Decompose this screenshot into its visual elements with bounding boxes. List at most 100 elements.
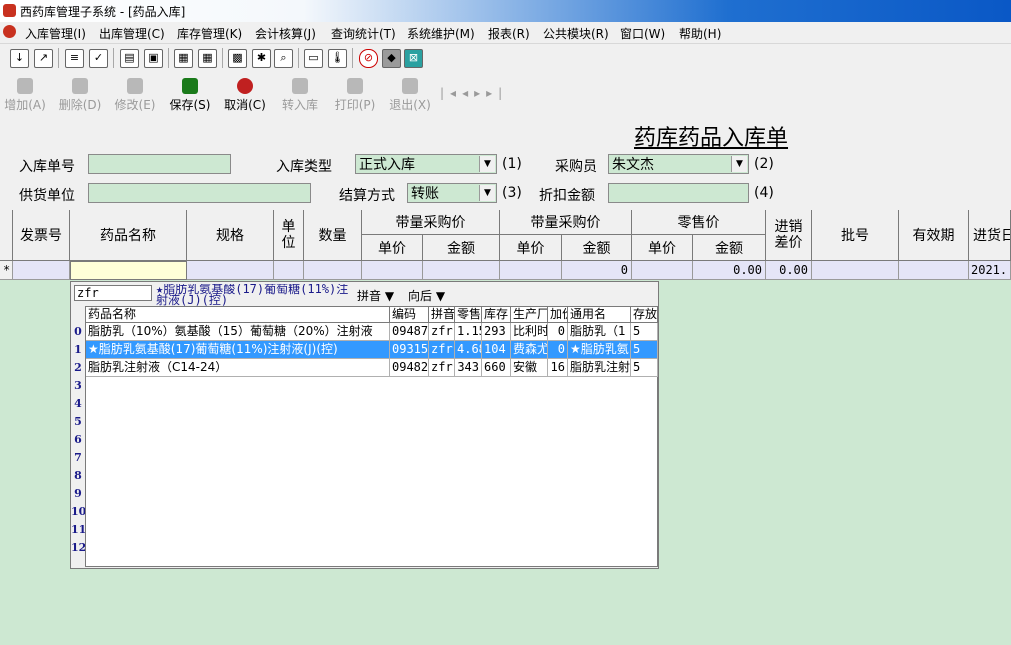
save-button[interactable]: 保存(S)	[165, 78, 215, 113]
lookup-row-0-retail[interactable]: 1.15	[455, 323, 482, 341]
supplier-field[interactable]	[88, 183, 311, 203]
col-in-date[interactable]: 进货日	[969, 210, 1011, 261]
menu-stock-in[interactable]: 入库管理(I)	[25, 25, 86, 42]
edit-button[interactable]: 修改(E)	[110, 78, 160, 113]
lookup-col-location[interactable]: 存放	[631, 307, 658, 323]
cell-spec[interactable]	[187, 261, 274, 280]
chart-icon[interactable]: ✱	[252, 49, 271, 68]
chevron-down-icon[interactable]: ▼	[385, 289, 394, 303]
lookup-col-code[interactable]: 编码	[390, 307, 429, 323]
lookup-row-0-location[interactable]: 5	[631, 323, 658, 341]
col-amount2[interactable]: 金额	[562, 235, 632, 261]
lookup-row-2-location[interactable]: 5	[631, 359, 658, 377]
cell-retail-amount[interactable]: 0.00	[693, 261, 766, 280]
search-icon[interactable]: ⌕	[274, 49, 293, 68]
menu-inventory[interactable]: 库存管理(K)	[177, 25, 242, 42]
col-diff[interactable]: 进销差价	[766, 210, 812, 261]
lookup-col-markup[interactable]: 加价	[548, 307, 568, 323]
record-nav-arrows-icon[interactable]: |◂◂▸▸|	[440, 86, 508, 100]
row-index[interactable]: 4	[71, 397, 85, 410]
cell-unit-price1[interactable]	[362, 261, 423, 280]
lookup-row-1-retail[interactable]: 4.68	[455, 341, 482, 359]
lookup-col-retail[interactable]: 零售	[455, 307, 482, 323]
to-stock-button[interactable]: 转入库	[275, 78, 325, 113]
list-doc-icon[interactable]: ≡	[65, 49, 84, 68]
menu-query[interactable]: 查询统计(T)	[331, 25, 396, 42]
eraser-icon[interactable]: ◆	[382, 49, 401, 68]
close-window-icon[interactable]: ⊠	[404, 49, 423, 68]
mdi-window-icon[interactable]	[3, 25, 16, 38]
row-index[interactable]: 11	[71, 523, 86, 536]
lookup-col-pinyin[interactable]: 拼音	[429, 307, 455, 323]
chevron-down-icon[interactable]: ▼	[731, 156, 747, 172]
print-button[interactable]: 打印(P)	[330, 78, 380, 113]
menu-maintenance[interactable]: 系统维护(M)	[407, 25, 475, 42]
row-index[interactable]: 0	[71, 325, 85, 338]
lookup-row-0-markup[interactable]: 0	[548, 323, 568, 341]
lookup-row-0-generic[interactable]: 脂肪乳（1	[568, 323, 631, 341]
lookup-row-2-pinyin[interactable]: zfr	[429, 359, 455, 377]
lookup-row-0-stock[interactable]: 293	[482, 323, 511, 341]
menu-window[interactable]: 窗口(W)	[620, 25, 665, 42]
row-index[interactable]: 9	[71, 487, 85, 500]
menu-reports[interactable]: 报表(R)	[488, 25, 530, 42]
lookup-mode-select[interactable]: 拼音 ▼	[357, 287, 394, 304]
lookup-row-1-pinyin[interactable]: zfr	[429, 341, 455, 359]
cell-unit-price2[interactable]	[500, 261, 562, 280]
menu-stock-out[interactable]: 出库管理(C)	[99, 25, 165, 42]
row-index[interactable]: 2	[71, 361, 85, 374]
col-invoice[interactable]: 发票号	[13, 210, 70, 261]
table-icon[interactable]: ▦	[198, 49, 217, 68]
row-index[interactable]: 5	[71, 415, 85, 428]
row-index[interactable]: 6	[71, 433, 85, 446]
window-icon[interactable]: ▣	[144, 49, 163, 68]
delete-button[interactable]: 删除(D)	[55, 78, 105, 113]
stop-icon[interactable]: ⊘	[359, 49, 378, 68]
chevron-down-icon[interactable]: ▼	[479, 185, 495, 201]
cancel-button[interactable]: 取消(C)	[220, 78, 270, 113]
cell-in-date[interactable]: 2021.	[969, 261, 1011, 280]
lookup-row-2-markup[interactable]: 16	[548, 359, 568, 377]
col-unit-price2[interactable]: 单价	[500, 235, 562, 261]
col-drug-name[interactable]: 药品名称	[70, 210, 187, 261]
col-unit-price1[interactable]: 单价	[362, 235, 423, 261]
chevron-down-icon[interactable]: ▼	[436, 289, 445, 303]
row-index[interactable]: 10	[71, 505, 86, 518]
col-amount1[interactable]: 金额	[423, 235, 500, 261]
lookup-row-1-maker[interactable]: 费森尤	[511, 341, 548, 359]
col-retail-amount[interactable]: 金额	[693, 235, 766, 261]
row-index[interactable]: 12	[71, 541, 86, 554]
row-index[interactable]: 8	[71, 469, 85, 482]
calculator-icon[interactable]: ▩	[228, 49, 247, 68]
cell-expiry[interactable]	[899, 261, 969, 280]
col-batch[interactable]: 批号	[812, 210, 899, 261]
cell-diff[interactable]: 0.00	[766, 261, 812, 280]
open-doc-icon[interactable]: ↓	[10, 49, 29, 68]
discount-field[interactable]	[608, 183, 749, 203]
type-select[interactable]: 正式入库 ▼	[355, 154, 497, 174]
lookup-row-1-location[interactable]: 5	[631, 341, 658, 359]
clipboard-icon[interactable]: ▤	[120, 49, 139, 68]
lookup-row-2-maker[interactable]: 安徽	[511, 359, 548, 377]
cell-amount2[interactable]: 0	[562, 261, 632, 280]
add-button[interactable]: 增加(A)	[0, 78, 50, 113]
cell-qty[interactable]	[304, 261, 362, 280]
lookup-row-0-code[interactable]: 09487	[390, 323, 429, 341]
cell-retail-price[interactable]	[632, 261, 693, 280]
col-spec[interactable]: 规格	[187, 210, 274, 261]
menu-help[interactable]: 帮助(H)	[679, 25, 721, 42]
monitor-icon[interactable]: ▦	[174, 49, 193, 68]
lookup-row-2-retail[interactable]: 343	[455, 359, 482, 377]
lookup-direction-select[interactable]: 向后 ▼	[408, 287, 445, 304]
cell-batch[interactable]	[812, 261, 899, 280]
lookup-row-1-stock[interactable]: 104	[482, 341, 511, 359]
cell-unit[interactable]	[274, 261, 304, 280]
lookup-row-0-maker[interactable]: 比利时	[511, 323, 548, 341]
order-no-field[interactable]	[88, 154, 231, 174]
lookup-col-stock[interactable]: 库存	[482, 307, 511, 323]
col-qty[interactable]: 数量	[304, 210, 362, 261]
lookup-row-2-generic[interactable]: 脂肪乳注射	[568, 359, 631, 377]
col-expiry[interactable]: 有效期	[899, 210, 969, 261]
lookup-col-name[interactable]: 药品名称	[86, 307, 390, 323]
settle-select[interactable]: 转账 ▼	[407, 183, 497, 203]
